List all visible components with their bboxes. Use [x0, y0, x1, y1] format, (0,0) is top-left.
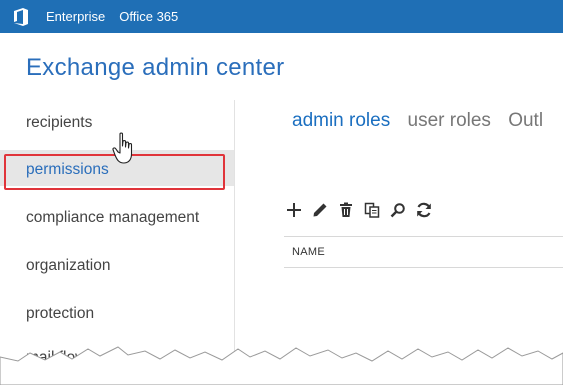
nav-item-recipients[interactable]: recipients [26, 114, 92, 132]
office-365-link[interactable]: Office 365 [119, 9, 178, 24]
nav-divider [234, 100, 235, 370]
page-title: Exchange admin center [26, 54, 285, 81]
delete-icon[interactable] [336, 200, 356, 220]
add-icon[interactable] [284, 200, 304, 220]
tab-outlook-web-app-policies[interactable]: Outl [508, 110, 543, 132]
tab-admin-roles[interactable]: admin roles [292, 110, 390, 132]
office-logo-icon[interactable] [10, 6, 32, 28]
copy-icon[interactable] [362, 200, 382, 220]
enterprise-link[interactable]: Enterprise [46, 9, 105, 24]
search-icon[interactable] [388, 200, 408, 220]
refresh-icon[interactable] [414, 200, 434, 220]
hand-cursor-icon [112, 132, 140, 171]
nav-item-organization[interactable]: organization [26, 257, 110, 275]
nav-item-compliance-management[interactable]: compliance management [26, 209, 199, 227]
top-navigation-bar: Enterprise Office 365 [0, 0, 563, 33]
column-header-name[interactable]: NAME [292, 246, 325, 258]
table-header: NAME [284, 236, 563, 268]
edit-icon[interactable] [310, 200, 330, 220]
nav-item-protection[interactable]: protection [26, 305, 94, 323]
tab-user-roles[interactable]: user roles [408, 110, 491, 132]
torn-edge-decoration [0, 346, 563, 385]
tab-bar: admin roles user roles Outl [292, 110, 555, 132]
toolbar [284, 200, 440, 220]
